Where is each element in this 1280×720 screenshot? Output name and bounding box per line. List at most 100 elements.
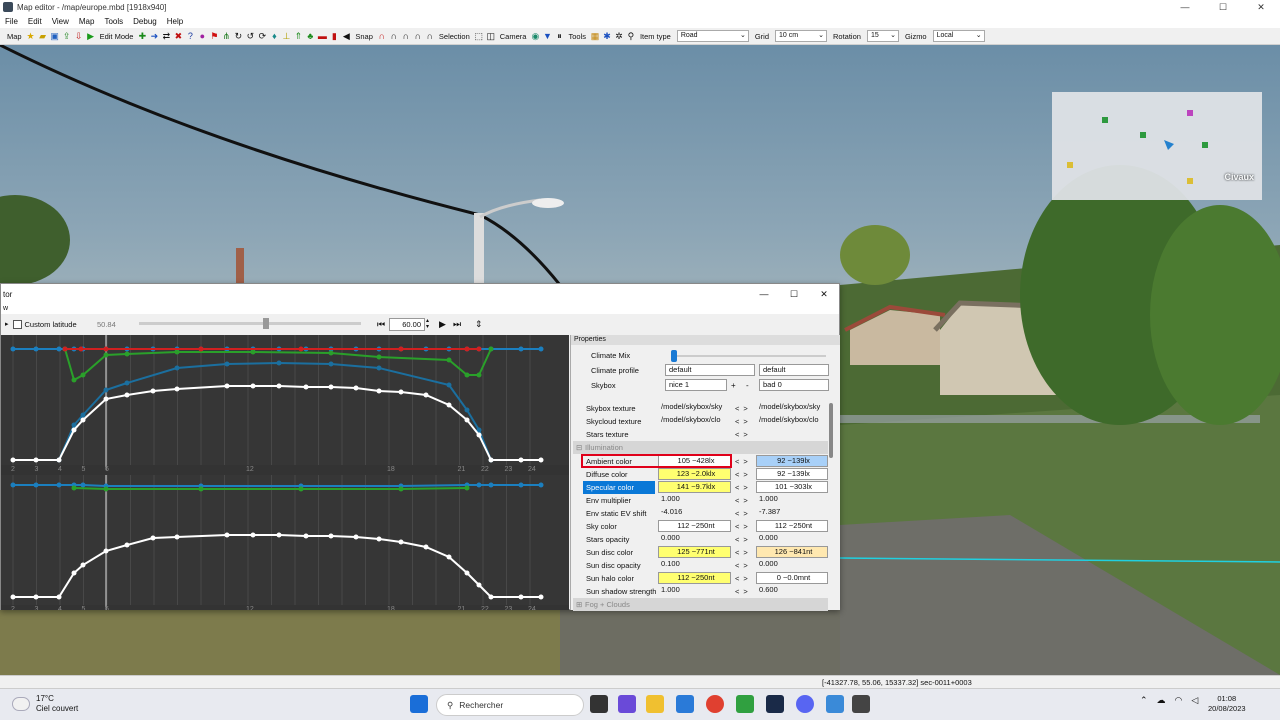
transfer-arrows[interactable]: <> xyxy=(735,507,753,520)
swap-icon[interactable]: ⇄ xyxy=(161,31,171,41)
level-icon[interactable]: ⊥ xyxy=(281,31,291,41)
chevron-up-icon[interactable]: ⌃ xyxy=(1140,695,1148,706)
camera-button[interactable]: Camera xyxy=(500,32,527,41)
slider-thumb[interactable] xyxy=(263,318,269,329)
property-value-2[interactable]: 92 ~139lx xyxy=(756,455,828,467)
gear-icon[interactable]: ✲ xyxy=(614,31,624,41)
item-type-select[interactable]: Road ⌄ xyxy=(676,30,749,42)
custom-latitude-checkbox[interactable] xyxy=(12,319,22,329)
select-area-icon[interactable]: ◫ xyxy=(486,31,496,41)
magnet-icon[interactable]: ∩ xyxy=(377,31,387,41)
palette-icon[interactable]: ▦ xyxy=(590,31,600,41)
property-value-2[interactable]: 0.000 xyxy=(756,533,828,545)
dialog-minimize-button[interactable]: — xyxy=(749,284,779,304)
transfer-arrows[interactable]: <> xyxy=(735,428,753,441)
grid-select[interactable]: 10 cm ⌄ xyxy=(775,30,827,42)
property-value-2[interactable]: 0.000 xyxy=(756,559,828,571)
skip-start-icon[interactable]: ⏮ xyxy=(377,319,385,330)
transfer-arrows[interactable]: <> xyxy=(735,468,753,481)
volume-icon[interactable]: ◁ xyxy=(1191,695,1198,706)
selection-button[interactable]: Selection xyxy=(439,32,470,41)
dialog-close-button[interactable]: ✕ xyxy=(809,284,839,304)
property-value-2[interactable]: -7.387 xyxy=(756,507,828,519)
property-value-1[interactable]: 0.100 xyxy=(658,559,731,571)
property-value-1[interactable]: 125 ~771nt xyxy=(658,546,731,558)
property-value-2[interactable] xyxy=(756,428,828,440)
curve-svg[interactable]: 2 3 4 5 6 12 18 21 22 23 242 3 4 5 6 12 18 21 22 23 24 xyxy=(1,335,569,613)
move-icon[interactable]: ➜ xyxy=(149,31,159,41)
play-icon[interactable]: ▶ xyxy=(439,319,446,330)
climate-mix-thumb[interactable] xyxy=(671,350,677,362)
map-button[interactable]: Map xyxy=(7,32,22,41)
spinner-icon[interactable]: ▴ ▾ xyxy=(426,318,429,330)
star-icon[interactable]: ★ xyxy=(26,31,36,41)
rotation-select[interactable]: 15 ⌄ xyxy=(866,30,899,42)
paint-app-icon[interactable] xyxy=(736,695,754,713)
car-icon[interactable]: ▬ xyxy=(317,31,327,41)
discord-icon[interactable] xyxy=(796,695,814,713)
property-value-2[interactable]: 92 ~139lx xyxy=(756,468,828,480)
section-fog-clouds[interactable]: ⊞ Fog + Clouds xyxy=(573,598,828,611)
save-icon[interactable]: ▣ xyxy=(50,31,60,41)
property-value-1[interactable]: /model/skybox/sky xyxy=(658,402,731,414)
clock[interactable]: 01:08 20/08/2023 xyxy=(1208,694,1246,714)
menu-view[interactable]: View xyxy=(52,17,69,26)
property-row[interactable]: Sky color 112 ~250nt <> 112 ~250nt xyxy=(583,520,833,533)
magnet-2-icon[interactable]: ∩ xyxy=(389,31,399,41)
swap-vertical-icon[interactable]: ⇕ xyxy=(475,319,483,330)
menu-edit[interactable]: Edit xyxy=(28,17,42,26)
transfer-arrows[interactable]: <> xyxy=(735,572,753,585)
teams-icon[interactable] xyxy=(618,695,636,713)
climate-mix-slider[interactable] xyxy=(671,350,826,362)
gizmo-select[interactable]: Local ⌄ xyxy=(932,30,985,42)
minimize-button[interactable]: — xyxy=(1166,0,1204,14)
property-value-1[interactable]: /model/skybox/clo xyxy=(658,415,731,427)
paint-icon[interactable]: ♦ xyxy=(269,31,279,41)
property-value-2[interactable]: 1.000 xyxy=(756,494,828,506)
globe-icon[interactable]: ◉ xyxy=(530,31,540,41)
sphere-icon[interactable]: ● xyxy=(197,31,207,41)
rotate-alt-icon[interactable]: ↺ xyxy=(245,31,255,41)
property-value-2[interactable]: 101 ~303lx xyxy=(756,481,828,493)
close-button[interactable]: ✕ xyxy=(1242,0,1280,14)
transfer-arrows[interactable]: <> xyxy=(735,494,753,507)
menu-file[interactable]: File xyxy=(5,17,18,26)
refresh-icon[interactable]: ⟳ xyxy=(257,31,267,41)
property-row[interactable]: Stars opacity 0.000 <> 0.000 xyxy=(583,533,833,546)
delete-icon[interactable]: ✖ xyxy=(173,31,183,41)
task-view-icon[interactable] xyxy=(590,695,608,713)
explorer-icon[interactable] xyxy=(646,695,664,713)
transfer-arrows[interactable]: <> xyxy=(735,402,753,415)
property-row[interactable]: Sun halo color 112 ~250nt <> 0 ~0.0mnt xyxy=(583,572,833,585)
property-value-1[interactable]: 1.000 xyxy=(658,585,731,597)
transfer-arrows[interactable]: <> xyxy=(735,546,753,559)
taskbar-search[interactable]: ⚲ Rechercher xyxy=(436,694,584,716)
steam-icon[interactable] xyxy=(766,695,784,713)
property-row[interactable]: Env static EV shift -4.016 <> -7.387 xyxy=(583,507,833,520)
pause-icon[interactable]: ⏸ xyxy=(554,31,564,41)
skybox-add-button[interactable]: + xyxy=(731,379,736,392)
plus-icon[interactable]: ✚ xyxy=(137,31,147,41)
magnet-4-icon[interactable]: ∩ xyxy=(413,31,423,41)
transfer-arrows[interactable]: <> xyxy=(735,559,753,572)
property-row[interactable]: Sun shadow strength 1.000 <> 0.600 xyxy=(583,585,833,598)
latitude-slider[interactable] xyxy=(139,318,361,329)
property-row[interactable]: Specular color 141 ~9.7klx <> 101 ~303lx xyxy=(583,481,833,494)
weather-widget[interactable]: 17°C Ciel couvert xyxy=(12,694,78,714)
up-icon[interactable]: ⇑ xyxy=(293,31,303,41)
select-rect-icon[interactable]: ⬚ xyxy=(474,31,484,41)
climate-profile-select-2[interactable]: default xyxy=(759,364,829,376)
skybox-select-1[interactable]: nice 1 xyxy=(665,379,727,391)
property-value-1[interactable]: 1.000 xyxy=(658,494,731,506)
wrench-icon[interactable]: ✱ xyxy=(602,31,612,41)
tools-button[interactable]: Tools xyxy=(568,32,586,41)
search-icon[interactable]: ⚲ xyxy=(626,31,636,41)
property-value-2[interactable]: 0.600 xyxy=(756,585,828,597)
property-value-1[interactable]: 123 ~2.0klx xyxy=(658,468,731,480)
snap-button[interactable]: Snap xyxy=(355,32,373,41)
props-scrollbar[interactable] xyxy=(829,403,833,458)
magnet-5-icon[interactable]: ∩ xyxy=(425,31,435,41)
dialog-maximize-button[interactable]: ☐ xyxy=(779,284,809,304)
skip-end-icon[interactable]: ⏭ xyxy=(453,319,461,330)
magnet-3-icon[interactable]: ∩ xyxy=(401,31,411,41)
